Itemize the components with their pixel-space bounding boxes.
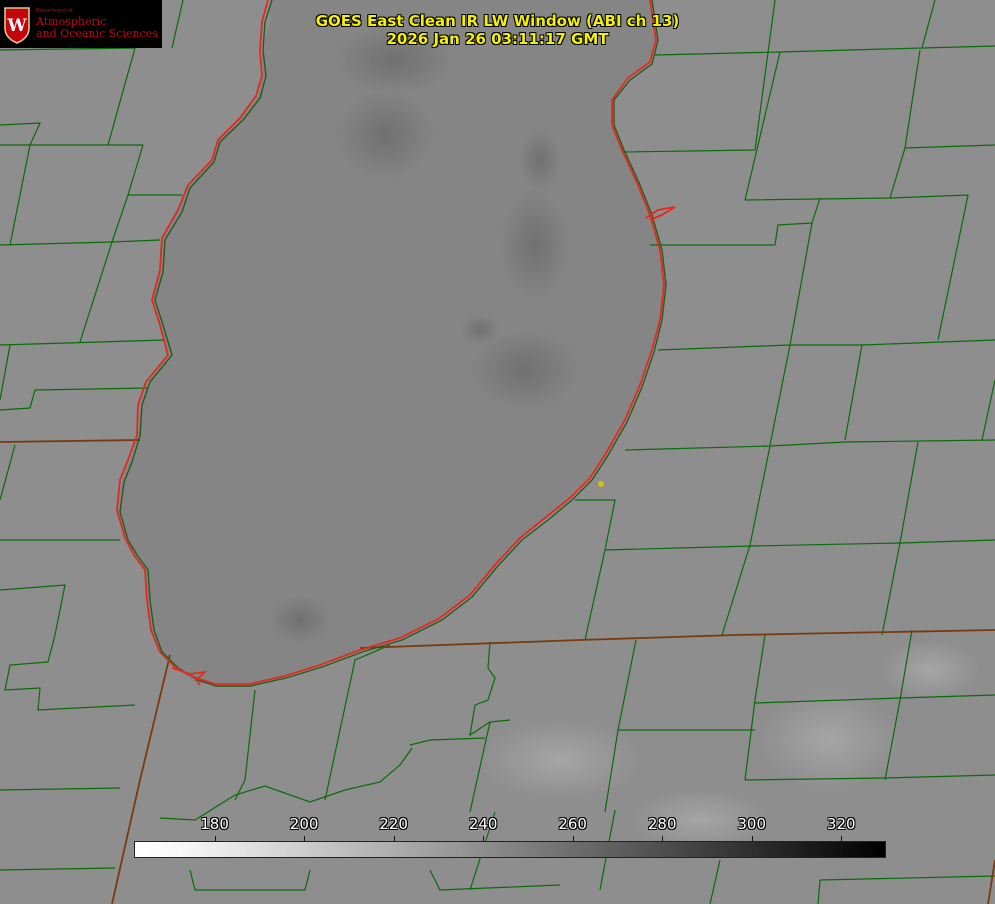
uw-aos-logo: W Department of Atmospheric and Oceanic … xyxy=(0,0,162,48)
logo-line2: and Oceanic Sciences xyxy=(36,26,158,40)
colorbar-tick-label: 200 xyxy=(289,815,319,833)
colorbar-tick-label: 320 xyxy=(826,815,856,833)
uw-crest-icon: W xyxy=(3,4,31,44)
logo-department: Department of xyxy=(36,7,73,14)
station-marker xyxy=(598,481,604,487)
title-product: GOES East Clean IR LW Window (ABI ch 13) xyxy=(315,12,680,30)
colorbar-tick-label: 240 xyxy=(468,815,498,833)
colorbar-tick-label: 260 xyxy=(558,815,587,833)
svg-text:W: W xyxy=(6,16,27,36)
colorbar-tick-label: 180 xyxy=(200,815,229,833)
colorbar-tick-label: 280 xyxy=(647,815,677,833)
satellite-map xyxy=(0,0,995,904)
title-timestamp: 2026 Jan 26 03:11:17 GMT xyxy=(386,30,609,48)
colorbar-tick-label: 220 xyxy=(379,815,408,833)
image-title: GOES East Clean IR LW Window (ABI ch 13)… xyxy=(300,12,695,48)
colorbar-tick-label: 300 xyxy=(737,815,767,833)
logo-line1: Atmospheric xyxy=(36,14,107,28)
temperature-colorbar xyxy=(134,841,886,858)
